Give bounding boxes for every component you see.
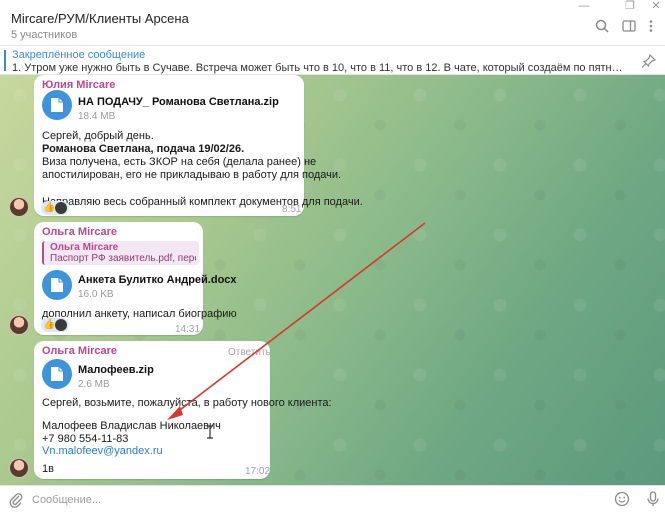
restore-window-icon[interactable]: ❐ bbox=[618, 0, 642, 14]
pinned-accent-bar bbox=[4, 50, 6, 71]
close-window-icon[interactable]: ✕ bbox=[644, 0, 665, 14]
more-icon[interactable] bbox=[648, 19, 664, 35]
microphone-icon[interactable] bbox=[646, 491, 662, 507]
minimize-window-icon[interactable]: — bbox=[572, 0, 596, 14]
message-input[interactable] bbox=[32, 491, 592, 508]
sidebar-toggle-icon[interactable] bbox=[622, 19, 638, 35]
pin-icon[interactable] bbox=[641, 53, 657, 68]
emoji-icon[interactable] bbox=[614, 491, 630, 507]
chat-members-count[interactable]: 5 участников bbox=[11, 29, 77, 41]
pinned-label: Закреплённое сообщение bbox=[12, 49, 146, 61]
chat-history[interactable]: Юлия Mircare НА ПОДАЧУ_ Романова Светлан… bbox=[0, 75, 665, 485]
search-icon[interactable] bbox=[595, 19, 611, 35]
annotation-arrow bbox=[167, 222, 426, 420]
chat-title[interactable]: Mircare/РУМ/Клиенты Арсена bbox=[11, 11, 189, 26]
pinned-text: 1. Утром уже нужно быть в Сучаве. Встреч… bbox=[12, 62, 624, 74]
chat-header: Mircare/РУМ/Клиенты Арсена 5 участников … bbox=[0, 0, 665, 46]
paperclip-icon[interactable] bbox=[9, 492, 23, 508]
message-composer bbox=[0, 485, 665, 512]
pinned-message[interactable]: Закреплённое сообщение 1. Утром уже нужн… bbox=[0, 46, 665, 75]
